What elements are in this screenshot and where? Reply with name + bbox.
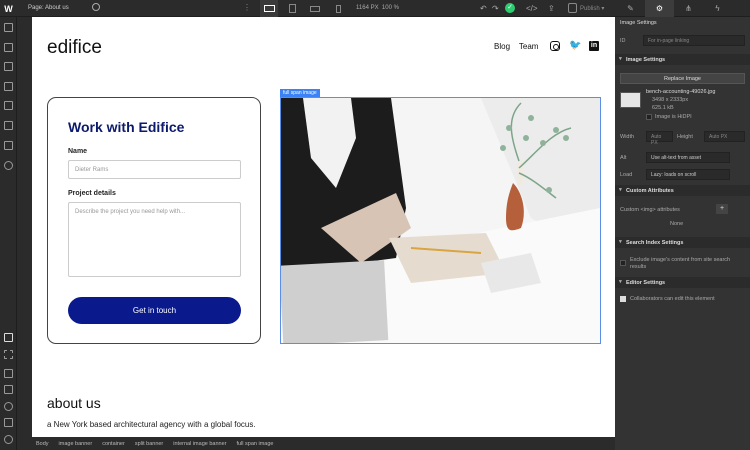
share-icon[interactable]: ⇪ [548,4,555,13]
breadcrumb-container[interactable]: container [102,441,125,447]
hidpi-checkbox[interactable] [646,114,652,120]
desktop-breakpoint-icon[interactable] [260,0,278,17]
interactions-tab-icon[interactable]: ⋔ [674,0,703,17]
breadcrumb-body[interactable]: Body [36,441,49,447]
height-input[interactable]: Auto PX [704,131,745,142]
width-label: Width [620,134,635,140]
collaborators-label: Collaborators can edit this element [630,296,715,302]
publish-icon [568,3,577,13]
width-unit: PX [651,140,658,146]
load-select[interactable]: Lazy: loads on scroll [646,169,730,180]
cms-icon[interactable] [4,101,13,110]
breadcrumb-image-banner[interactable]: image banner [59,441,93,447]
project-details-textarea[interactable]: Describe the project you need help with.… [68,202,241,277]
collaborators-checkbox[interactable] [620,296,626,302]
site-nav: Blog Team [494,42,538,51]
assets-icon[interactable] [4,141,13,150]
file-dimensions: 3498 x 2333px [652,97,689,103]
settings-gear-icon[interactable]: ⚙ [645,0,674,17]
height-unit: PX [720,134,728,140]
project-details-label: Project details [68,190,116,197]
breadcrumb-internal-image-banner[interactable]: internal image banner [173,441,226,447]
left-toolbar [0,17,17,450]
lightning-icon[interactable]: ϟ [703,0,732,17]
pages-icon[interactable] [4,82,13,91]
full-span-image[interactable] [280,97,601,344]
exclude-search-checkbox[interactable] [620,260,626,266]
landscape-breakpoint-icon[interactable] [306,0,324,17]
design-canvas: edifice Blog Team 🐦 in Work with Edifice… [32,17,615,437]
twitter-icon[interactable]: 🐦 [569,41,581,51]
ecommerce-icon[interactable] [4,121,13,130]
tablet-breakpoint-icon[interactable] [283,0,301,17]
instagram-icon[interactable] [550,41,560,51]
breadcrumb-split-banner[interactable]: split banner [135,441,163,447]
width-input[interactable]: Auto PX [646,131,673,146]
search-index-section[interactable]: Search Index Settings [615,237,750,248]
zoom-level: 100 % [381,5,399,11]
canvas-width: 1164 PX [356,5,379,11]
load-label: Load [620,172,633,178]
custom-attributes-none: None [670,221,684,227]
settings-panel: Image Settings ID For in-page linking Im… [615,17,750,450]
add-element-icon[interactable] [4,23,13,32]
exclude-search-label: Exclude image's content from site search… [630,257,731,270]
alt-select[interactable]: Use alt-text from asset [646,152,730,163]
element-breadcrumb: Body image banner container split banner… [32,437,615,450]
height-value: Auto [709,134,720,140]
undo-icon[interactable]: ↶ [480,4,487,13]
canvas-dimensions: 1164 PX 100 % [356,5,399,11]
breadcrumb-full-span-image[interactable]: full span image [236,441,273,447]
hidpi-label: Image is HiDPI [655,114,692,120]
height-label: Height [677,134,693,140]
code-export-icon[interactable]: </> [526,4,538,13]
video-tutorials-icon[interactable] [4,418,13,427]
preview-eye-icon[interactable] [92,3,100,11]
top-bar: W Page: About us ⋮ 1164 PX 100 % ↶ ↷ ✓ <… [0,0,750,17]
page-selector[interactable]: Page: About us [28,5,69,11]
search-icon[interactable] [4,402,13,411]
nav-link-blog[interactable]: Blog [494,42,510,51]
custom-attributes-section[interactable]: Custom Attributes [615,185,750,196]
settings-icon[interactable] [4,161,13,170]
mobile-breakpoint-icon[interactable] [329,0,347,17]
nav-link-team[interactable]: Team [519,42,539,51]
redo-icon[interactable]: ↷ [492,4,499,13]
id-input[interactable]: For in-page linking [643,35,745,46]
get-in-touch-button[interactable]: Get in touch [68,297,241,324]
audit-icon[interactable] [4,385,13,394]
linkedin-icon[interactable]: in [589,41,599,51]
custom-attributes-label: Custom <img> attributes [620,207,680,213]
webflow-logo[interactable]: W [0,0,17,17]
symbols-icon[interactable] [4,43,13,52]
panel-header: Image Settings [620,20,657,26]
card-title: Work with Edifice [68,119,185,135]
publish-button[interactable]: Publish ▾ [580,5,604,12]
comments-icon[interactable] [4,369,13,378]
contact-card: Work with Edifice Name Dieter Rams Proje… [47,97,261,344]
xray-icon[interactable] [4,350,13,359]
alt-label: Alt [620,155,627,161]
about-heading: about us [47,395,101,411]
navigator-icon[interactable] [4,62,13,71]
help-icon[interactable] [4,435,13,444]
image-settings-section[interactable]: Image Settings [615,54,750,65]
saved-check-icon: ✓ [505,3,515,13]
add-attribute-button[interactable]: + [716,204,728,214]
office-photo [281,98,600,343]
style-panel-tab[interactable]: ✎ [616,0,645,17]
name-input[interactable]: Dieter Rams [68,160,241,179]
name-label: Name [68,148,88,155]
site-brand[interactable]: edifice [47,37,102,59]
file-size: 625.1 kB [652,105,674,111]
id-label: ID [620,38,626,44]
editor-settings-section[interactable]: Editor Settings [615,277,750,288]
file-name: bench-accounting-49026.jpg [646,89,716,95]
more-options-icon[interactable]: ⋮ [243,3,251,12]
replace-image-button[interactable]: Replace Image [620,73,745,84]
about-tagline: a New York based architectural agency wi… [47,420,256,429]
select-tool-icon[interactable] [4,333,13,342]
image-thumbnail [620,92,641,108]
